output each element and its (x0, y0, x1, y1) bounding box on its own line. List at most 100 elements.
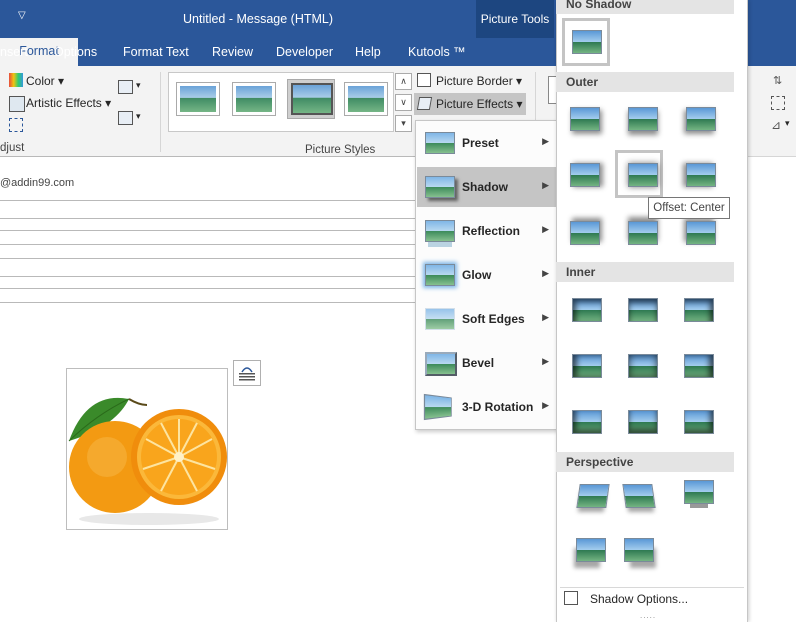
section-header-inner: Inner (556, 262, 734, 282)
chevron-right-icon: ▶ (542, 268, 549, 278)
perspective-label: Perspective (566, 455, 634, 469)
chevron-right-icon: ▶ (542, 180, 549, 190)
shadow-perspective-3[interactable] (684, 480, 714, 504)
color-label: Color (26, 74, 55, 88)
gallery-more[interactable]: ▾ (395, 115, 412, 132)
shadow-inner-4[interactable] (572, 354, 602, 378)
to-recipient-address[interactable]: @addin99.com (0, 177, 74, 189)
chevron-right-icon: ▶ (542, 224, 549, 234)
artistic-effects-label: Artistic Effects (26, 96, 102, 110)
layout-options-button[interactable] (233, 360, 261, 386)
picture-effects-menu: Preset ▶ Shadow ▶ Reflection ▶ Glow ▶ So… (415, 120, 558, 430)
shadow-icon (425, 176, 455, 198)
shadow-outer-4[interactable] (570, 163, 600, 187)
menu-label-glow: Glow (462, 268, 492, 282)
adjust-group-label: djust (0, 142, 25, 154)
preset-icon (425, 132, 455, 154)
picture-effects-label: Picture Effects (436, 97, 514, 111)
crop-icon[interactable] (9, 118, 23, 132)
picture-style-3-selected[interactable] (287, 79, 335, 119)
picture-style-1[interactable] (177, 83, 219, 115)
menu-item-3d-rotation[interactable]: 3-D Rotation ▶ (417, 387, 556, 427)
reset-picture-icon[interactable] (118, 111, 133, 125)
reflection-icon (425, 220, 455, 242)
menu-item-soft-edges[interactable]: Soft Edges ▶ (417, 299, 556, 339)
group-objects-icon[interactable] (771, 96, 785, 110)
menu-label-reflection: Reflection (462, 224, 521, 238)
gallery-scroll-up[interactable]: ∧ (395, 73, 412, 90)
shadow-perspective-2[interactable] (622, 484, 656, 508)
arrange-forward-icon[interactable]: ⇅ (773, 74, 787, 88)
compress-pictures-icon[interactable] (118, 80, 133, 94)
shadow-inner-9[interactable] (684, 410, 714, 434)
rotate-dropdown-icon[interactable]: ▾ (785, 118, 790, 129)
picture-effects-button[interactable]: Picture Effects ▾ (414, 93, 526, 115)
shadow-inner-5[interactable] (628, 354, 658, 378)
tab-kutools[interactable]: Kutools ™ (408, 43, 466, 65)
chevron-right-icon: ▶ (542, 312, 549, 322)
artistic-effects-button[interactable]: Artistic Effects ▾ (26, 96, 111, 110)
shadow-inner-8[interactable] (628, 410, 658, 434)
layout-options-icon (239, 367, 255, 381)
orange-image (67, 369, 227, 529)
menu-item-glow[interactable]: Glow ▶ (417, 255, 556, 295)
shadow-inner-1[interactable] (572, 298, 602, 322)
chevron-right-icon: ▶ (542, 356, 549, 366)
picture-styles-group-label: Picture Styles (305, 144, 376, 156)
picture-border-button[interactable]: Picture Border ▾ (436, 74, 522, 88)
shadow-perspective-1[interactable] (576, 484, 610, 508)
picture-style-4[interactable] (345, 83, 387, 115)
picture-effects-label-wrap: Picture Effects ▾ (436, 97, 523, 111)
menu-item-preset[interactable]: Preset ▶ (417, 123, 556, 163)
shadow-outer-7[interactable] (570, 221, 600, 245)
menu-label-shadow: Shadow (462, 180, 509, 194)
section-header-perspective: Perspective (556, 452, 734, 472)
shadow-outer-1[interactable] (570, 107, 600, 131)
shadow-inner-7[interactable] (572, 410, 602, 434)
compress-dropdown-icon[interactable]: ▾ (136, 80, 141, 91)
menu-item-bevel[interactable]: Bevel ▶ (417, 343, 556, 383)
shadow-outer-2[interactable] (628, 107, 658, 131)
shadow-outer-8[interactable] (628, 221, 658, 245)
shadow-inner-3[interactable] (684, 298, 714, 322)
inner-label: Inner (566, 265, 596, 279)
shadow-outer-3[interactable] (686, 107, 716, 131)
menu-label-preset: Preset (462, 136, 499, 150)
inserted-orange-picture[interactable] (66, 368, 228, 530)
color-button[interactable]: Color ▾ (26, 74, 64, 88)
tab-options[interactable]: Options (54, 43, 97, 65)
shadow-options-link[interactable]: Shadow Options... (590, 592, 688, 606)
menu-item-reflection[interactable]: Reflection ▶ (417, 211, 556, 251)
gallery-scroll-down[interactable]: ∨ (395, 94, 412, 111)
chevron-right-icon: ▶ (542, 400, 549, 410)
reset-dropdown-icon[interactable]: ▾ (136, 111, 141, 122)
quick-access-dropdown-icon[interactable]: ▽ (18, 10, 26, 21)
shadow-perspective-4[interactable] (576, 538, 606, 562)
shadow-outer-6[interactable] (686, 163, 716, 187)
shadow-tooltip: Offset: Center (648, 197, 730, 219)
shadow-outer-9[interactable] (686, 221, 716, 245)
tab-review[interactable]: Review (212, 43, 253, 65)
shadow-perspective-5[interactable] (624, 538, 654, 562)
chevron-right-icon: ▶ (542, 136, 549, 146)
soft-edges-icon (425, 308, 455, 330)
window-title: Untitled - Message (HTML) (183, 12, 334, 26)
tab-help[interactable]: Help (355, 43, 381, 65)
menu-label-3d-rotation: 3-D Rotation (462, 400, 534, 414)
3d-rotation-icon (423, 393, 452, 421)
picture-style-2[interactable] (233, 83, 275, 115)
tab-format-text[interactable]: Format Text (123, 43, 189, 65)
tab-developer[interactable]: Developer (276, 43, 333, 65)
bevel-icon (425, 352, 457, 376)
picture-styles-gallery (168, 72, 394, 132)
section-header-no-shadow: No Shadow (556, 0, 734, 14)
picture-tools-context-label: Picture Tools (476, 0, 554, 38)
shadow-inner-2[interactable] (628, 298, 658, 322)
tab-insert[interactable]: nsert (0, 43, 28, 65)
no-shadow-thumb (572, 30, 602, 54)
rotate-icon[interactable]: ⊿ (771, 118, 785, 132)
shadow-inner-6[interactable] (684, 354, 714, 378)
shadow-outer-5 (628, 163, 658, 187)
menu-item-shadow[interactable]: Shadow ▶ (417, 167, 556, 207)
resize-grip-icon[interactable]: ..... (640, 611, 656, 620)
